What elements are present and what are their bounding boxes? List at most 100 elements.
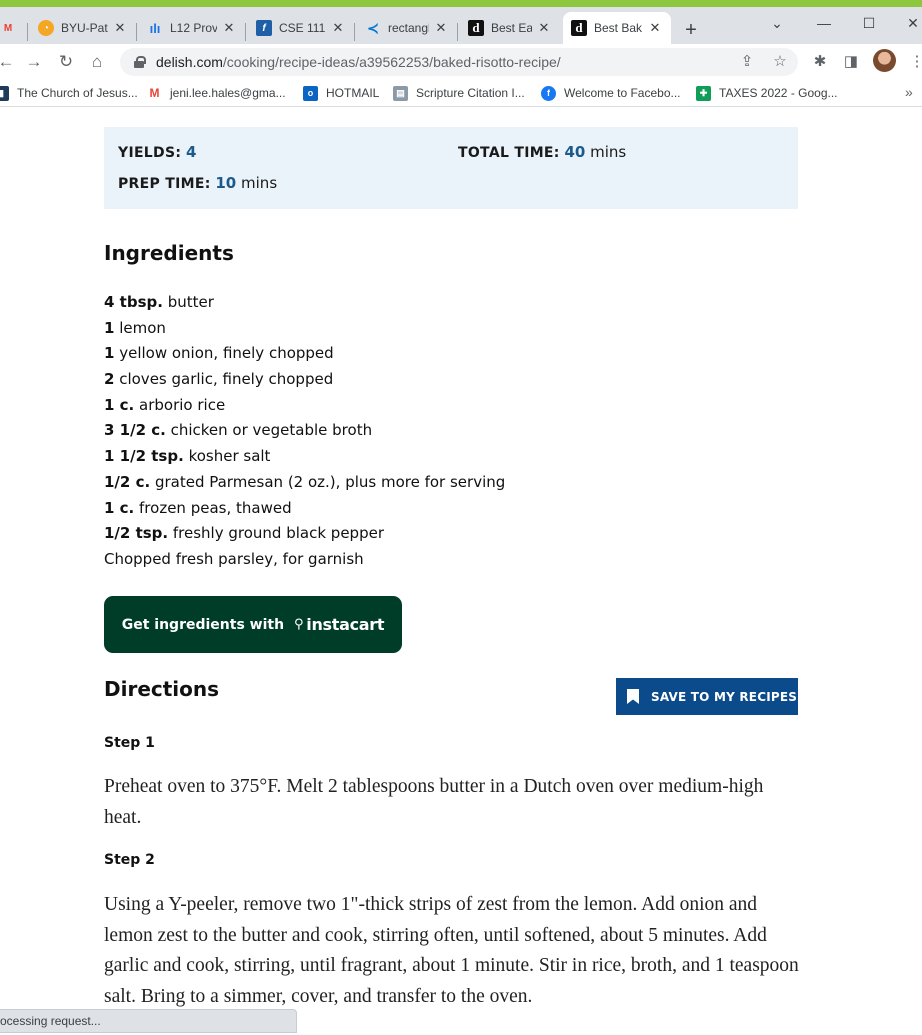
- byu-icon: ◔: [38, 20, 54, 36]
- reload-icon[interactable]: ↻: [54, 50, 78, 74]
- bookmark-label: HOTMAIL: [326, 86, 380, 100]
- home-icon[interactable]: ⌂: [85, 50, 109, 74]
- ingredient-quantity: 4 tbsp.: [104, 293, 163, 311]
- bookmark-item[interactable]: ▤ Scripture Citation I...: [393, 84, 525, 102]
- close-icon[interactable]: ✕: [330, 20, 346, 36]
- tab-byu[interactable]: ◔ BYU-Pat ✕: [30, 12, 136, 44]
- instacart-brand: instacart: [306, 615, 385, 634]
- vscode-icon: ≺: [367, 19, 379, 36]
- forward-icon[interactable]: →: [22, 50, 46, 74]
- ingredient-quantity: 1/2 c.: [104, 472, 151, 491]
- close-icon[interactable]: ✕: [536, 20, 552, 36]
- ingredient-quantity: 2: [104, 370, 115, 389]
- bookmark-item[interactable]: f Welcome to Facebo...: [541, 84, 681, 102]
- tab-title: L12 Prov: [170, 21, 217, 35]
- ingredient-item: 3 1/2 c. chicken or vegetable broth: [104, 421, 704, 447]
- new-tab-button[interactable]: +: [680, 19, 702, 41]
- gmail-icon: M: [3, 22, 13, 34]
- ingredient-quantity: 1 c.: [104, 498, 135, 517]
- bookmark-item[interactable]: M jeni.lee.hales@gma...: [147, 84, 286, 102]
- step-1-text: Preheat oven to 375°F. Melt 2 tablespoon…: [104, 776, 764, 828]
- tab-title: Best Eas: [491, 21, 532, 35]
- book-icon: ▤: [393, 85, 408, 101]
- bookmark-star-icon[interactable]: ☆: [770, 52, 790, 72]
- ingredient-name: arborio rice: [139, 395, 226, 414]
- window-close-icon[interactable]: ✕: [898, 14, 922, 32]
- menu-icon[interactable]: ⋮: [906, 51, 922, 73]
- prep-time-info: PREP TIME: 10 mins: [118, 174, 278, 192]
- ingredients-list: 4 tbsp. butter 1 lemon 1 yellow onion, fin…: [104, 293, 704, 576]
- tab-title: Best Bak: [594, 21, 643, 35]
- bookmarks-bar: ▮ The Church of Jesus... M jeni.lee.hale…: [0, 79, 922, 107]
- step-2-label: Step 2: [104, 852, 155, 868]
- ingredient-quantity: 1: [104, 318, 115, 337]
- tab-rectangle[interactable]: ≺ rectangl ✕: [357, 12, 457, 44]
- lock-icon[interactable]: [134, 56, 146, 68]
- tab-title: rectangl: [388, 21, 429, 35]
- tab-strip: M ◔ BYU-Pat ✕ ılı L12 Prov ✕ f CSE 111 ✕…: [0, 7, 922, 44]
- back-icon[interactable]: ←: [0, 50, 18, 74]
- ingredient-name: freshly ground black pepper: [172, 524, 384, 543]
- browser-accent-bar: [0, 0, 922, 7]
- maximize-icon[interactable]: ☐: [854, 14, 884, 32]
- f-icon: f: [256, 20, 272, 36]
- chart-icon: ılı: [149, 20, 161, 36]
- ingredient-name: chicken or vegetable broth: [170, 421, 373, 440]
- browser-status-bar: ocessing request...: [0, 1009, 297, 1033]
- ingredient-item: 1 lemon: [104, 319, 704, 345]
- minimize-icon[interactable]: —: [809, 14, 839, 32]
- ingredients-heading: Ingredients: [104, 241, 234, 265]
- address-bar[interactable]: delish.com/cooking/recipe-ideas/a3956225…: [120, 48, 798, 76]
- bookmark-item[interactable]: o HOTMAIL: [303, 84, 379, 102]
- outlook-icon: o: [303, 85, 318, 101]
- save-to-my-recipes-button[interactable]: SAVE TO MY RECIPES: [616, 678, 798, 715]
- side-panel-icon[interactable]: ◨: [840, 51, 862, 73]
- ingredient-quantity: 1 c.: [104, 395, 135, 414]
- bookmark-item[interactable]: ✚ TAXES 2022 - Goog...: [696, 84, 838, 102]
- close-icon[interactable]: ✕: [221, 20, 237, 36]
- ingredient-item: 1 yellow onion, finely chopped: [104, 344, 704, 370]
- share-icon[interactable]: ⇪: [737, 52, 757, 72]
- tab-title: BYU-Pat: [61, 21, 108, 35]
- tab-l12[interactable]: ılı L12 Prov ✕: [139, 12, 245, 44]
- ingredient-item: 1/2 c. grated Parmesan (2 oz.), plus mor…: [104, 473, 704, 499]
- ingredient-name: frozen peas, thawed: [139, 498, 292, 517]
- tab-gmail[interactable]: M: [0, 12, 28, 44]
- carrot-icon: ⚲: [294, 617, 304, 632]
- bookmark-label: Welcome to Facebo...: [564, 86, 681, 100]
- directions-heading: Directions: [104, 677, 220, 701]
- tab-separator: [245, 23, 246, 41]
- close-icon[interactable]: ✕: [112, 20, 128, 36]
- gmail-icon: M: [149, 86, 160, 100]
- tab-separator: [27, 23, 28, 41]
- yields-info: YIELDS: 4: [118, 143, 197, 161]
- ingredient-quantity: 1 1/2 tsp.: [104, 447, 184, 466]
- tab-search-icon[interactable]: ⌄: [762, 14, 792, 32]
- profile-avatar[interactable]: [873, 49, 896, 72]
- ingredient-name: kosher salt: [188, 447, 271, 466]
- close-icon[interactable]: ✕: [433, 20, 449, 36]
- bookmarks-overflow-icon[interactable]: »: [905, 84, 913, 100]
- tab-best-baked[interactable]: d Best Bak ✕: [563, 12, 671, 44]
- ingredient-item: 2 cloves garlic, finely chopped: [104, 370, 704, 396]
- ingredient-name: grated Parmesan (2 oz.), plus more for s…: [154, 472, 506, 491]
- tab-separator: [354, 23, 355, 41]
- close-icon[interactable]: ✕: [647, 20, 663, 36]
- ingredient-item: 1 c. arborio rice: [104, 396, 704, 422]
- bookmark-icon: [627, 689, 639, 704]
- recipe-info-box: YIELDS: 4 TOTAL TIME: 40 mins PREP TIME:…: [104, 127, 798, 209]
- ingredient-quantity: 1: [104, 344, 115, 363]
- total-time-info: TOTAL TIME: 40 mins: [458, 143, 627, 161]
- extensions-icon[interactable]: ✱: [809, 51, 831, 73]
- tab-cse[interactable]: f CSE 111 ✕: [248, 12, 354, 44]
- bookmark-item[interactable]: ▮ The Church of Jesus...: [0, 84, 138, 102]
- instacart-button[interactable]: Get ingredients with ⚲ instacart: [104, 596, 402, 653]
- instacart-label: Get ingredients with: [121, 616, 285, 633]
- sheets-icon: ✚: [696, 85, 711, 101]
- page-content: YIELDS: 4 TOTAL TIME: 40 mins PREP TIME:…: [0, 108, 922, 1035]
- ingredient-item: 1/2 tsp. freshly ground black pepper: [104, 524, 704, 550]
- tab-separator: [457, 23, 458, 41]
- bookmark-label: TAXES 2022 - Goog...: [719, 86, 838, 100]
- bookmark-label: The Church of Jesus...: [17, 86, 138, 100]
- tab-best-easy[interactable]: d Best Eas ✕: [460, 12, 560, 44]
